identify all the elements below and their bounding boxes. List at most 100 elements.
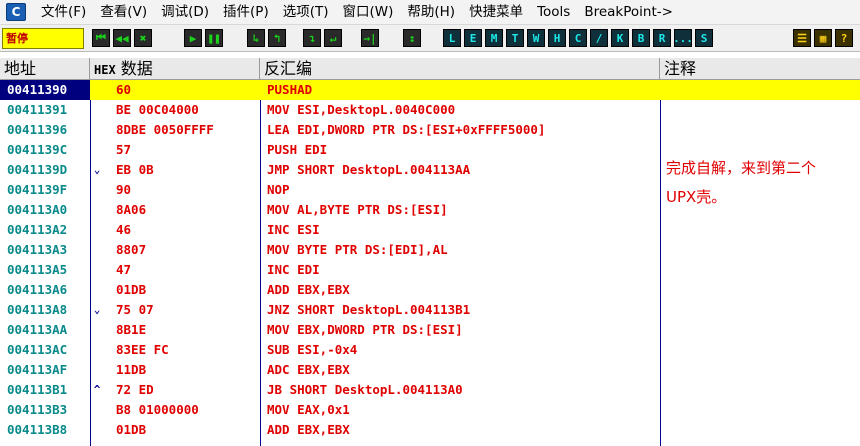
column-header-hex[interactable]: HEX 数据 — [90, 58, 260, 80]
status-indicator: 暂停 — [2, 28, 84, 49]
menu-help[interactable]: 帮助(H) — [400, 0, 462, 25]
disassembly-row[interactable]: 004113A2 46 INC ESI — [0, 220, 860, 240]
threads-icon[interactable]: T — [506, 29, 524, 47]
menu-options[interactable]: 选项(T) — [276, 0, 336, 25]
column-header-hex-label: 数据 — [120, 59, 153, 78]
references-icon[interactable]: R — [653, 29, 671, 47]
log-window-icon[interactable]: L — [443, 29, 461, 47]
disassembly-row[interactable]: 004113AF 11DB ADC EBX,EBX — [0, 360, 860, 380]
disassembly-row[interactable]: 004113A8 ⌄ 75 07 JNZ SHORT DesktopL.004113B… — [0, 300, 860, 320]
jump-arrow-icon — [91, 260, 103, 280]
menu-view[interactable]: 查看(V) — [93, 0, 154, 25]
handles-icon[interactable]: H — [548, 29, 566, 47]
call-stack-icon[interactable]: K — [611, 29, 629, 47]
menu-window[interactable]: 窗口(W) — [336, 0, 401, 25]
help-icon[interactable]: ? — [835, 29, 853, 47]
column-header-hex-prefix: HEX — [94, 63, 116, 77]
disassembly-pane[interactable]: 地址 HEX 数据 反汇编 注释 00411390 60 PUSHAD 0041139… — [0, 58, 860, 446]
column-header-comment[interactable]: 注释 — [660, 58, 860, 80]
row-instruction: MOV EBX,DWORD PTR DS:[ESI] — [267, 322, 463, 337]
grid-icon[interactable]: ▦ — [814, 29, 832, 47]
rewind-icon[interactable]: ◀◀ — [113, 29, 131, 47]
windows-icon[interactable]: W — [527, 29, 545, 47]
row-instruction: JNZ SHORT DesktopL.004113B1 — [267, 302, 471, 317]
disassembly-row[interactable]: 004113B8 01DB ADD EBX,EBX — [0, 420, 860, 440]
row-hex-bytes: 47 — [116, 262, 132, 277]
row-instruction: MOV EAX,0x1 — [267, 402, 350, 417]
row-instruction: LEA EDI,DWORD PTR DS:[ESI+0xFFFF5000] — [267, 122, 546, 137]
debugger-app-icon[interactable]: C — [6, 3, 26, 21]
memory-map-icon[interactable]: M — [485, 29, 503, 47]
trace-over-icon[interactable]: ↵ — [324, 29, 342, 47]
toolbar: 暂停 ⏮ ◀◀ ✖ ▶ ❚❚ ↳ ↰ ↴ ↵ →| ↕ L E M T W H … — [0, 25, 860, 52]
annotation-note: 完成自解，来到第二个UPX壳。 — [666, 159, 817, 206]
row-hex-bytes: BE 00C04000 — [116, 102, 199, 117]
menu-shortcuts[interactable]: 快捷菜单 — [462, 0, 530, 25]
jump-arrow-icon: ^ — [93, 383, 101, 396]
menu-breakpoint[interactable]: BreakPoint-> — [577, 0, 680, 25]
trace-into-icon[interactable]: ↴ — [303, 29, 321, 47]
executable-modules-icon[interactable]: E — [464, 29, 482, 47]
disassembly-row[interactable]: 004113A5 47 INC EDI — [0, 260, 860, 280]
pause-icon[interactable]: ❚❚ — [205, 29, 223, 47]
row-hex-bytes: 72 ED — [116, 382, 154, 397]
row-address: 004113AF — [7, 362, 68, 377]
row-address: 0041139C — [7, 142, 68, 157]
disassembly-row[interactable]: 004113A3 8807 MOV BYTE PTR DS:[EDI],AL — [0, 240, 860, 260]
row-hex-bytes: 60 — [116, 82, 132, 97]
row-instruction: INC EDI — [267, 262, 320, 277]
row-instruction: PUSH EDI — [267, 142, 328, 157]
step-over-icon[interactable]: ↰ — [268, 29, 286, 47]
options-list-icon[interactable]: ☰ — [793, 29, 811, 47]
disassembly-row[interactable]: 00411390 60 PUSHAD — [0, 80, 860, 100]
disassembly-row[interactable]: 004113A6 01DB ADD EBX,EBX — [0, 280, 860, 300]
jump-arrow-icon — [91, 200, 103, 220]
run-icon[interactable]: ▶ — [184, 29, 202, 47]
row-instruction: MOV ESI,DesktopL.0040C000 — [267, 102, 456, 117]
goto-icon[interactable]: ↕ — [403, 29, 421, 47]
run-trace-icon[interactable]: ... — [673, 29, 693, 47]
menu-tools[interactable]: Tools — [530, 0, 577, 25]
disassembly-row[interactable]: 004113AA 8B1E MOV EBX,DWORD PTR DS:[ESI] — [0, 320, 860, 340]
disassembly-row[interactable]: 004113B1 ^ 72 ED JB SHORT DesktopL.004113A0 — [0, 380, 860, 400]
close-icon[interactable]: ✖ — [134, 29, 152, 47]
source-icon[interactable]: S — [695, 29, 713, 47]
disassembly-row[interactable]: 004113B3 B8 01000000 MOV EAX,0x1 — [0, 400, 860, 420]
row-hex-bytes: 83EE FC — [116, 342, 169, 357]
row-instruction: SUB ESI,-0x4 — [267, 342, 358, 357]
patches-icon[interactable]: / — [590, 29, 608, 47]
jump-arrow-icon — [91, 400, 103, 420]
menu-debug[interactable]: 调试(D) — [154, 0, 216, 25]
execute-till-return-icon[interactable]: →| — [361, 29, 379, 47]
row-address: 004113B3 — [7, 402, 68, 417]
row-address: 004113AA — [7, 322, 68, 337]
jump-arrow-icon — [91, 100, 103, 120]
column-header-disassembly[interactable]: 反汇编 — [260, 58, 660, 80]
row-address: 004113B1 — [7, 382, 68, 397]
breakpoints-icon[interactable]: B — [632, 29, 650, 47]
disassembly-row[interactable]: 00411391 BE 00C04000 MOV ESI,DesktopL.0040… — [0, 100, 860, 120]
row-hex-bytes: 01DB — [116, 282, 147, 297]
row-instruction: ADD EBX,EBX — [267, 282, 350, 297]
jump-arrow-icon — [91, 340, 103, 360]
row-instruction: JB SHORT DesktopL.004113A0 — [267, 382, 463, 397]
disassembly-row[interactable]: 004113AC 83EE FC SUB ESI,-0x4 — [0, 340, 860, 360]
column-header-address[interactable]: 地址 — [0, 58, 90, 80]
menu-bar: C 文件(F) 查看(V) 调试(D) 插件(P) 选项(T) 窗口(W) 帮助… — [0, 0, 860, 25]
disassembly-row[interactable]: 00411396 8DBE 0050FFFF LEA EDI,DWORD PTR D… — [0, 120, 860, 140]
cpu-icon[interactable]: C — [569, 29, 587, 47]
row-hex-bytes: 8807 — [116, 242, 147, 257]
row-address: 0041139F — [7, 182, 68, 197]
jump-arrow-icon — [91, 80, 103, 100]
jump-arrow-icon — [91, 120, 103, 140]
row-hex-bytes: 11DB — [116, 362, 147, 377]
step-into-icon[interactable]: ↳ — [247, 29, 265, 47]
row-address: 00411396 — [7, 122, 68, 137]
jump-arrow-icon — [91, 180, 103, 200]
row-instruction: JMP SHORT DesktopL.004113AA — [267, 162, 471, 177]
jump-arrow-icon: ⌄ — [93, 303, 101, 316]
row-address: 004113A3 — [7, 242, 68, 257]
restart-icon[interactable]: ⏮ — [92, 29, 110, 47]
menu-plugins[interactable]: 插件(P) — [216, 0, 276, 25]
menu-file[interactable]: 文件(F) — [34, 0, 93, 25]
